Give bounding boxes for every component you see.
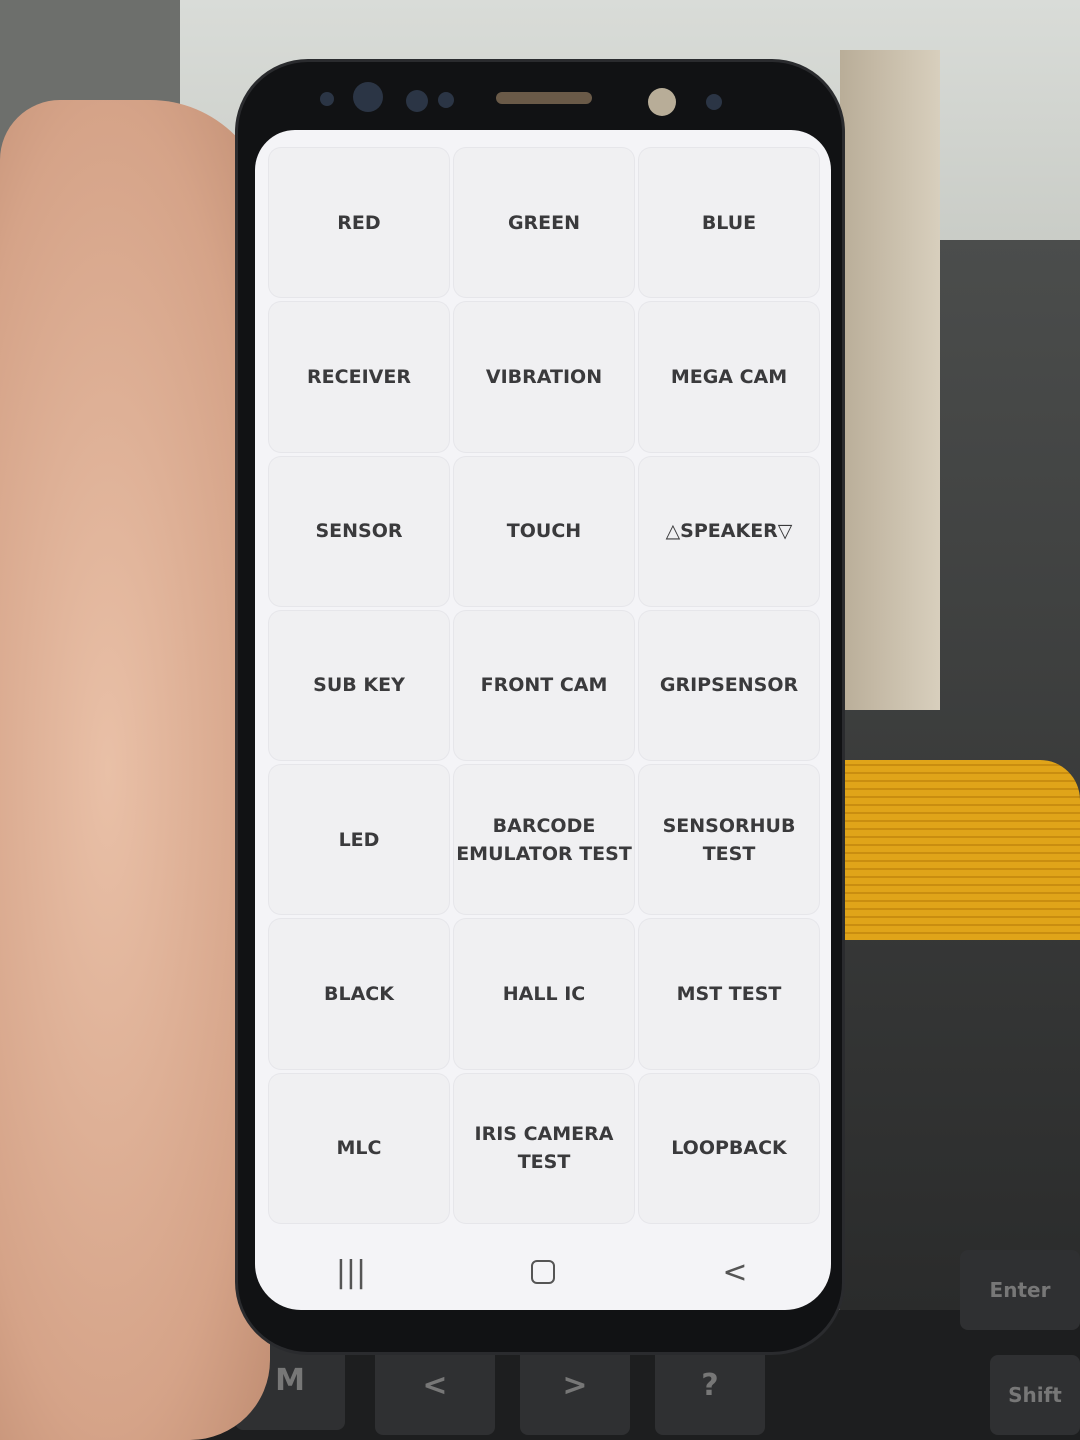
back-icon: < bbox=[722, 1254, 748, 1290]
test-button-green[interactable]: GREEN bbox=[454, 148, 634, 298]
hand bbox=[0, 100, 270, 1440]
protective-tape bbox=[840, 50, 940, 710]
test-menu-grid: RED GREEN BLUE RECEIVER VIBRATION MEGA CAM SEN… bbox=[269, 148, 819, 1223]
test-button-black[interactable]: BLACK bbox=[269, 919, 449, 1069]
test-button-receiver[interactable]: RECEIVER bbox=[269, 302, 449, 452]
test-button-red[interactable]: RED bbox=[269, 148, 449, 298]
test-button-vibration[interactable]: VIBRATION bbox=[454, 302, 634, 452]
test-button-sensorhub-test[interactable]: SENSORHUB TEST bbox=[639, 765, 819, 915]
test-button-sensor[interactable]: SENSOR bbox=[269, 456, 449, 606]
light-sensor-icon bbox=[438, 92, 454, 108]
screen: RED GREEN BLUE RECEIVER VIBRATION MEGA CAM SEN… bbox=[255, 130, 831, 1310]
test-button-speaker[interactable]: △SPEAKER▽ bbox=[639, 456, 819, 606]
test-button-loopback[interactable]: LOOPBACK bbox=[639, 1073, 819, 1223]
test-button-touch[interactable]: TOUCH bbox=[454, 456, 634, 606]
test-button-led[interactable]: LED bbox=[269, 765, 449, 915]
flex-cable bbox=[840, 760, 1080, 940]
recents-button[interactable]: ||| bbox=[311, 1242, 391, 1302]
test-button-iris-camera-test[interactable]: IRIS CAMERA TEST bbox=[454, 1073, 634, 1223]
earpiece bbox=[496, 92, 592, 104]
back-button[interactable]: < bbox=[695, 1242, 775, 1302]
test-button-mst-test[interactable]: MST TEST bbox=[639, 919, 819, 1069]
test-button-front-cam[interactable]: FRONT CAM bbox=[454, 610, 634, 761]
sensor-icon bbox=[320, 92, 334, 106]
home-button[interactable] bbox=[503, 1242, 583, 1302]
test-button-blue[interactable]: BLUE bbox=[639, 148, 819, 298]
sensor-icon bbox=[706, 94, 722, 110]
test-button-barcode-emulator-test[interactable]: BARCODE EMULATOR TEST bbox=[454, 765, 634, 915]
test-button-gripsensor[interactable]: GRIPSENSOR bbox=[639, 610, 819, 761]
key-shift: Shift bbox=[990, 1355, 1080, 1435]
test-button-mega-cam[interactable]: MEGA CAM bbox=[639, 302, 819, 452]
front-camera-icon bbox=[648, 88, 676, 116]
recents-icon: ||| bbox=[335, 1254, 367, 1290]
proximity-sensor-icon bbox=[406, 90, 428, 112]
test-button-mlc[interactable]: MLC bbox=[269, 1073, 449, 1223]
iris-camera-icon bbox=[353, 82, 383, 112]
navigation-bar: ||| < bbox=[255, 1234, 831, 1310]
test-button-hall-ic[interactable]: HALL IC bbox=[454, 919, 634, 1069]
test-button-sub-key[interactable]: SUB KEY bbox=[269, 610, 449, 761]
home-icon bbox=[531, 1260, 555, 1284]
key-enter: Enter bbox=[960, 1250, 1080, 1330]
